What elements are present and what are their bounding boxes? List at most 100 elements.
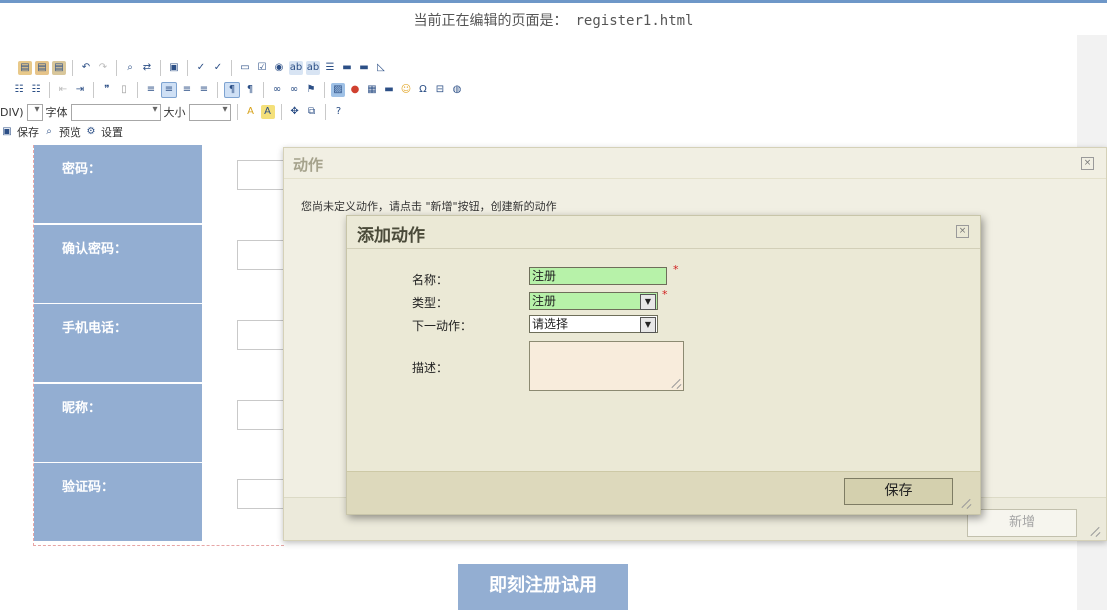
help-icon[interactable]: ? [332,105,346,119]
toolbar-row-4: ▣ 保存 ⌕ 预览 ⚙ 设置 [0,121,123,143]
paste-text-icon[interactable]: ▤ [35,61,49,75]
phone-input[interactable] [237,320,287,350]
name-input[interactable]: 注册 [529,267,667,285]
horizontal-rule-icon[interactable]: ▬ [382,83,396,97]
justify-icon[interactable]: ≡ [197,83,211,97]
font-label: 字体 [45,106,68,119]
no-actions-message: 您尚未定义动作，请点击 "新增"按钮，创建新的动作 [301,200,557,213]
save-button[interactable]: 保存 [844,478,953,505]
paste-word-icon[interactable]: ▤ [52,61,66,75]
save-icon[interactable]: ▣ [0,125,14,139]
rtl-icon[interactable]: ¶ [243,83,257,97]
confirm-password-input[interactable] [237,240,287,270]
required-marker: * [662,288,668,301]
preview-label[interactable]: 预览 [59,124,81,140]
paste-icon[interactable]: ▤ [18,61,32,75]
form-row-nickname: 昵称： [34,384,202,462]
description-textarea[interactable] [529,341,684,391]
settings-icon[interactable]: ⚙ [84,125,98,139]
show-blocks-icon[interactable]: ⧉ [305,105,319,119]
close-icon[interactable]: × [1081,157,1094,170]
password-input[interactable] [237,160,287,190]
image-button-icon[interactable]: ▬ [357,61,371,75]
hidden-field-icon[interactable]: ◺ [374,61,388,75]
align-center-icon[interactable]: ≡ [161,82,177,98]
textarea-icon[interactable]: ab [306,61,320,75]
separator [324,82,325,98]
div-container-icon[interactable]: ▯ [117,83,131,97]
form-row-confirm-password: 确认密码： [34,225,202,303]
chevron-down-icon[interactable]: ▼ [640,317,656,333]
toolbar-row-3: DIV) 字体 大小 A A ✥ ⧉ ? [0,101,346,123]
anchor-icon[interactable]: ⚑ [304,83,318,97]
special-char-icon[interactable]: Ω [416,83,430,97]
chevron-down-icon[interactable]: ▼ [640,294,656,310]
form-row-password: 密码： [34,145,202,223]
actions-dialog-title: 动作 [293,156,324,174]
form-icon[interactable]: ▭ [238,61,252,75]
next-action-label: 下一动作： [412,319,473,333]
text-color-icon[interactable]: A [244,105,258,119]
type-select-value: 注册 [532,294,557,308]
editor-toolbar: ▤ ▤ ▤ ↶ ↷ ⌕ ⇄ ▣ ✓ ✓ ▭ ☑ ◉ ab ab ☰ ▬ ▬ ◺ … [0,57,1095,157]
add-new-button[interactable]: 新增 [967,509,1077,537]
editing-file-name: register1.html [575,13,694,29]
description-label: 描述： [412,361,449,375]
separator [116,60,117,76]
select-all-icon[interactable]: ▣ [167,61,181,75]
settings-label[interactable]: 设置 [101,124,123,140]
format-label: DIV) [0,105,24,119]
button-icon[interactable]: ▬ [340,61,354,75]
bulleted-list-icon[interactable]: ☷ [29,83,43,97]
resize-grip-icon[interactable] [671,378,681,388]
align-left-icon[interactable]: ≡ [144,83,158,97]
format-dropdown[interactable] [26,103,43,121]
textfield-icon[interactable]: ab [289,61,303,75]
redo-icon[interactable]: ↷ [96,61,110,75]
separator [324,104,326,120]
background-color-icon[interactable]: A [260,105,275,119]
type-select[interactable]: 注册 ▼ [529,292,658,310]
separator [93,82,94,98]
required-marker: * [673,263,679,276]
resize-grip-icon[interactable] [961,498,971,508]
font-select[interactable] [70,103,161,121]
find-icon[interactable]: ⌕ [123,61,137,75]
close-icon[interactable]: × [956,225,969,238]
register-trial-button[interactable]: 即刻注册试用 [458,564,628,610]
preview-icon[interactable]: ⌕ [42,125,56,139]
captcha-input[interactable] [237,479,287,509]
name-label: 名称： [412,273,449,287]
nickname-input[interactable] [237,400,287,430]
checkbox-icon[interactable]: ☑ [255,61,269,75]
select-field-icon[interactable]: ☰ [323,61,337,75]
radio-icon[interactable]: ◉ [272,61,286,75]
replace-icon[interactable]: ⇄ [140,61,154,75]
link-icon[interactable]: ∞ [270,83,284,97]
size-select[interactable] [188,103,231,121]
align-right-icon[interactable]: ≡ [180,83,194,97]
outdent-icon[interactable]: ⇤ [56,83,70,97]
blockquote-icon[interactable]: ❞ [100,83,114,97]
indent-icon[interactable]: ⇥ [73,83,87,97]
actions-dialog-header[interactable]: 动作 × [284,148,1106,179]
add-action-dialog-header[interactable]: 添加动作 × [347,216,980,249]
smiley-icon[interactable]: ☺ [399,83,413,97]
ltr-icon[interactable]: ¶ [224,82,240,98]
undo-icon[interactable]: ↶ [79,61,93,75]
add-action-form: 名称： 注册 * 类型： 注册 ▼ * 下一动作： 请选择 ▼ 描述： [347,249,980,470]
unlink-icon[interactable]: ∞ [287,83,301,97]
maximize-icon[interactable]: ✥ [288,105,302,119]
spellcheck-dropdown-icon[interactable]: ✓ [211,61,225,75]
table-icon[interactable]: ▦ [365,83,379,97]
iframe-icon[interactable]: ◍ [450,83,464,97]
save-label[interactable]: 保存 [17,124,39,140]
page-break-icon[interactable]: ⊟ [433,83,447,97]
next-action-select[interactable]: 请选择 ▼ [529,315,658,333]
flash-icon[interactable]: ● [348,83,362,97]
resize-grip-icon[interactable] [1090,526,1100,536]
image-icon[interactable]: ▨ [331,83,345,97]
spellcheck-icon[interactable]: ✓ [194,61,208,75]
separator [236,104,238,120]
numbered-list-icon[interactable]: ☷ [12,83,26,97]
